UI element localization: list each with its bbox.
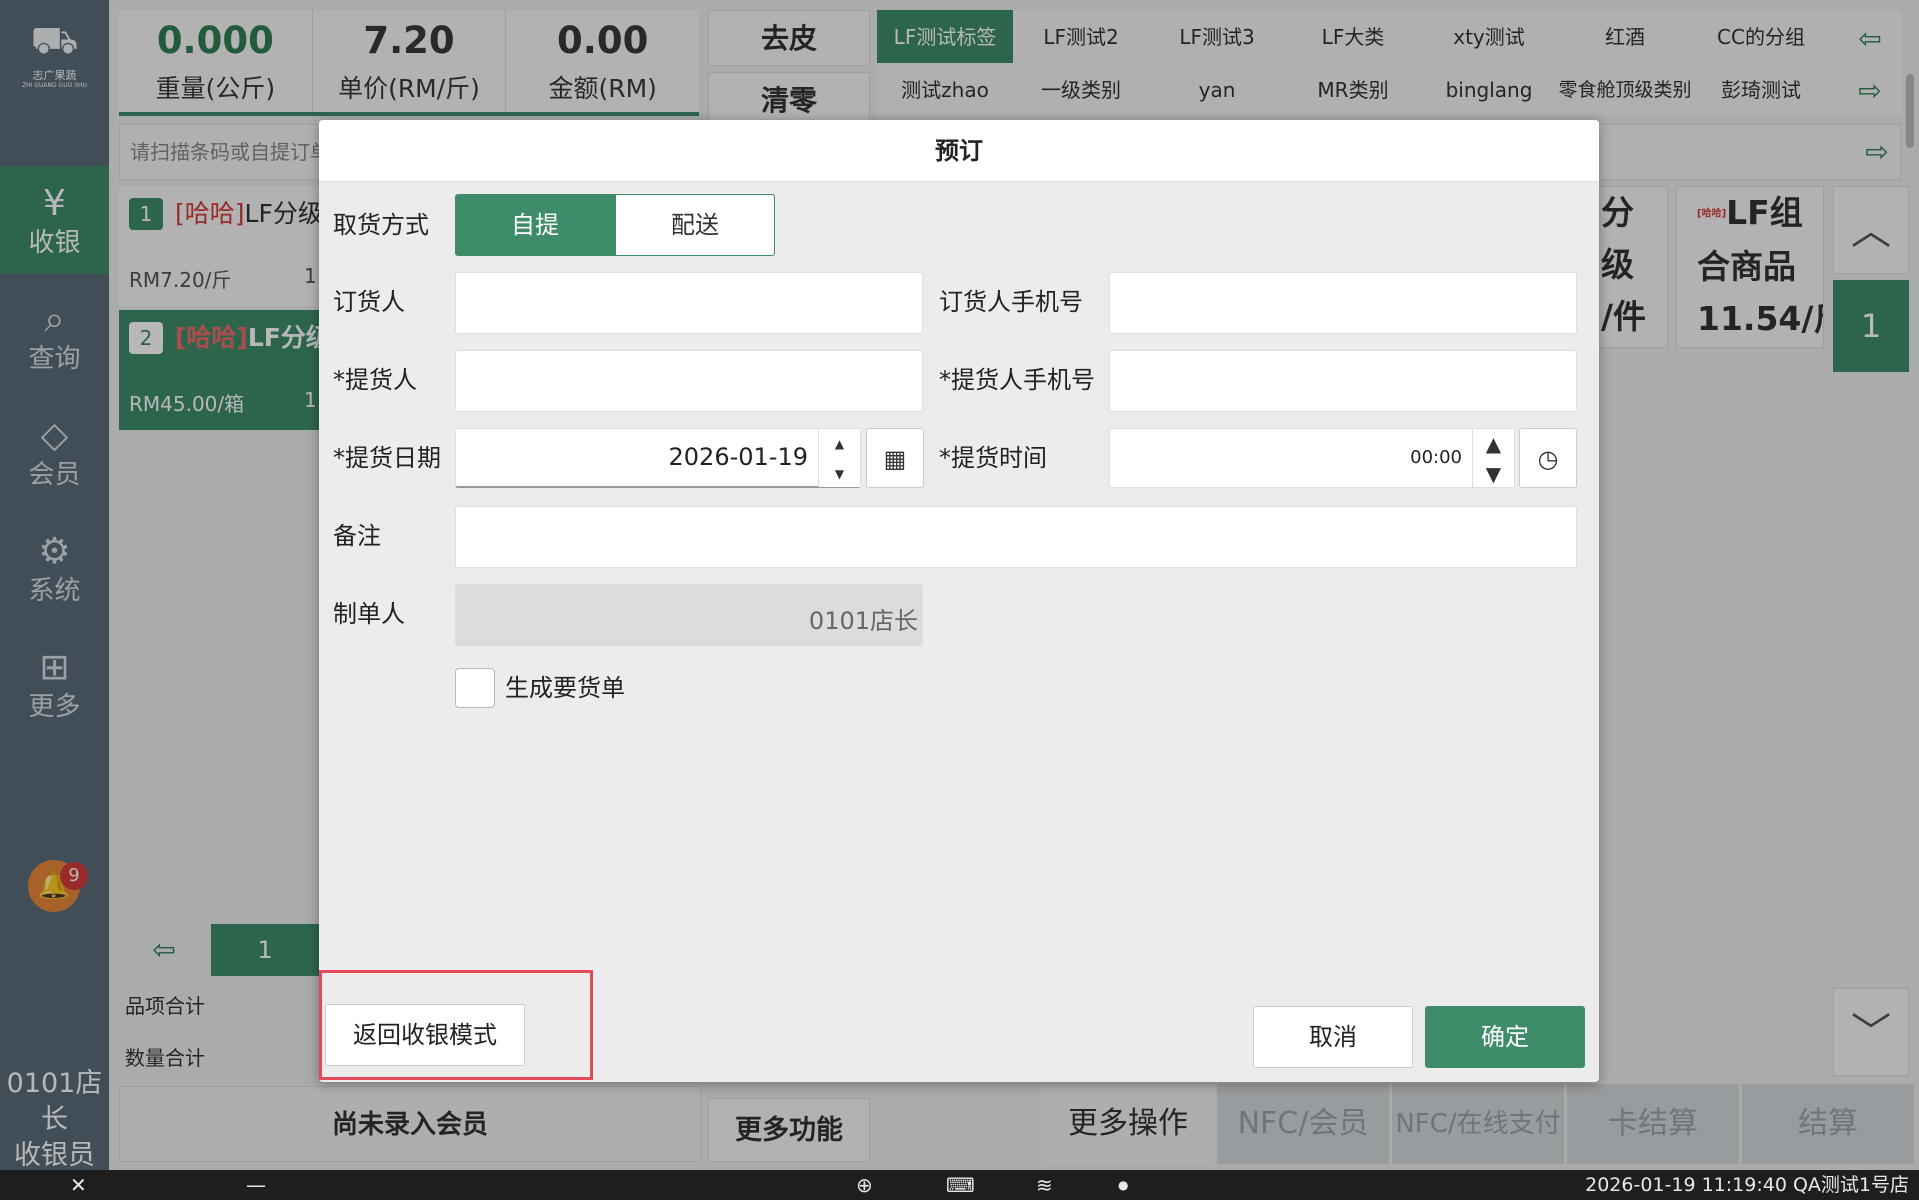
pickup-date-input[interactable]: 2026-01-19 ▲ ▼ bbox=[455, 428, 861, 488]
time-up-icon[interactable]: ▲ bbox=[1473, 429, 1514, 459]
creator-label: 制单人 bbox=[333, 600, 405, 628]
dialog-title: 预订 bbox=[319, 120, 1599, 182]
date-down-icon[interactable]: ▼ bbox=[819, 459, 860, 489]
time-spinner: ▲ ▼ bbox=[1472, 429, 1514, 487]
close-icon[interactable]: ✕ bbox=[70, 1170, 87, 1200]
cancel-button[interactable]: 取消 bbox=[1253, 1006, 1413, 1068]
picker-phone-input[interactable] bbox=[1109, 350, 1577, 412]
pickup-self-option[interactable]: 自提 bbox=[455, 194, 615, 256]
remark-input[interactable] bbox=[455, 506, 1577, 568]
pickup-time-value: 00:00 bbox=[1410, 447, 1462, 468]
pickup-time-label: *提货时间 bbox=[939, 444, 1047, 472]
generate-order-label: 生成要货单 bbox=[505, 674, 625, 702]
remark-label: 备注 bbox=[333, 522, 381, 550]
pickup-time-input[interactable]: 00:00 ▲ ▼ bbox=[1109, 428, 1515, 488]
calendar-icon[interactable]: ▦ bbox=[866, 428, 924, 488]
taskbar: ✕ — ⊕ ⌨ ≋ ● 2026-01-19 11:19:40 QA测试1号店 bbox=[0, 1170, 1919, 1200]
orderer-input[interactable] bbox=[455, 272, 923, 334]
highlight-box bbox=[319, 970, 593, 1080]
wifi-icon[interactable]: ≋ bbox=[1036, 1170, 1053, 1200]
pickup-date-label: *提货日期 bbox=[333, 444, 441, 472]
dot-icon: ● bbox=[1118, 1178, 1129, 1192]
date-spinner: ▲ ▼ bbox=[818, 429, 860, 487]
creator-field: 0101店长 bbox=[455, 584, 923, 646]
confirm-button[interactable]: 确定 bbox=[1425, 1006, 1585, 1068]
date-up-icon[interactable]: ▲ bbox=[819, 429, 860, 459]
pickup-date-value: 2026-01-19 bbox=[668, 443, 808, 471]
reservation-dialog: 预订 取货方式 自提 配送 订货人 订货人手机号 *提货人 *提货人手机号 *提… bbox=[319, 120, 1599, 1082]
clock-icon[interactable]: ◷ bbox=[1519, 428, 1577, 488]
generate-order-checkbox[interactable] bbox=[455, 668, 495, 708]
orderer-phone-input[interactable] bbox=[1109, 272, 1577, 334]
screen-icon[interactable]: ⌨ bbox=[946, 1170, 975, 1200]
picker-phone-label: *提货人手机号 bbox=[939, 366, 1095, 394]
pickup-method-label: 取货方式 bbox=[333, 211, 429, 239]
picker-input[interactable] bbox=[455, 350, 923, 412]
minimize-icon[interactable]: — bbox=[246, 1170, 266, 1200]
orderer-label: 订货人 bbox=[333, 288, 405, 316]
picker-label: *提货人 bbox=[333, 366, 417, 394]
orderer-phone-label: 订货人手机号 bbox=[939, 288, 1083, 316]
globe-icon[interactable]: ⊕ bbox=[856, 1170, 873, 1200]
system-clock: 2026-01-19 11:19:40 QA测试1号店 bbox=[1585, 1174, 1909, 1196]
pickup-delivery-option[interactable]: 配送 bbox=[615, 194, 775, 256]
time-down-icon[interactable]: ▼ bbox=[1473, 459, 1514, 489]
creator-value: 0101店长 bbox=[808, 607, 918, 635]
